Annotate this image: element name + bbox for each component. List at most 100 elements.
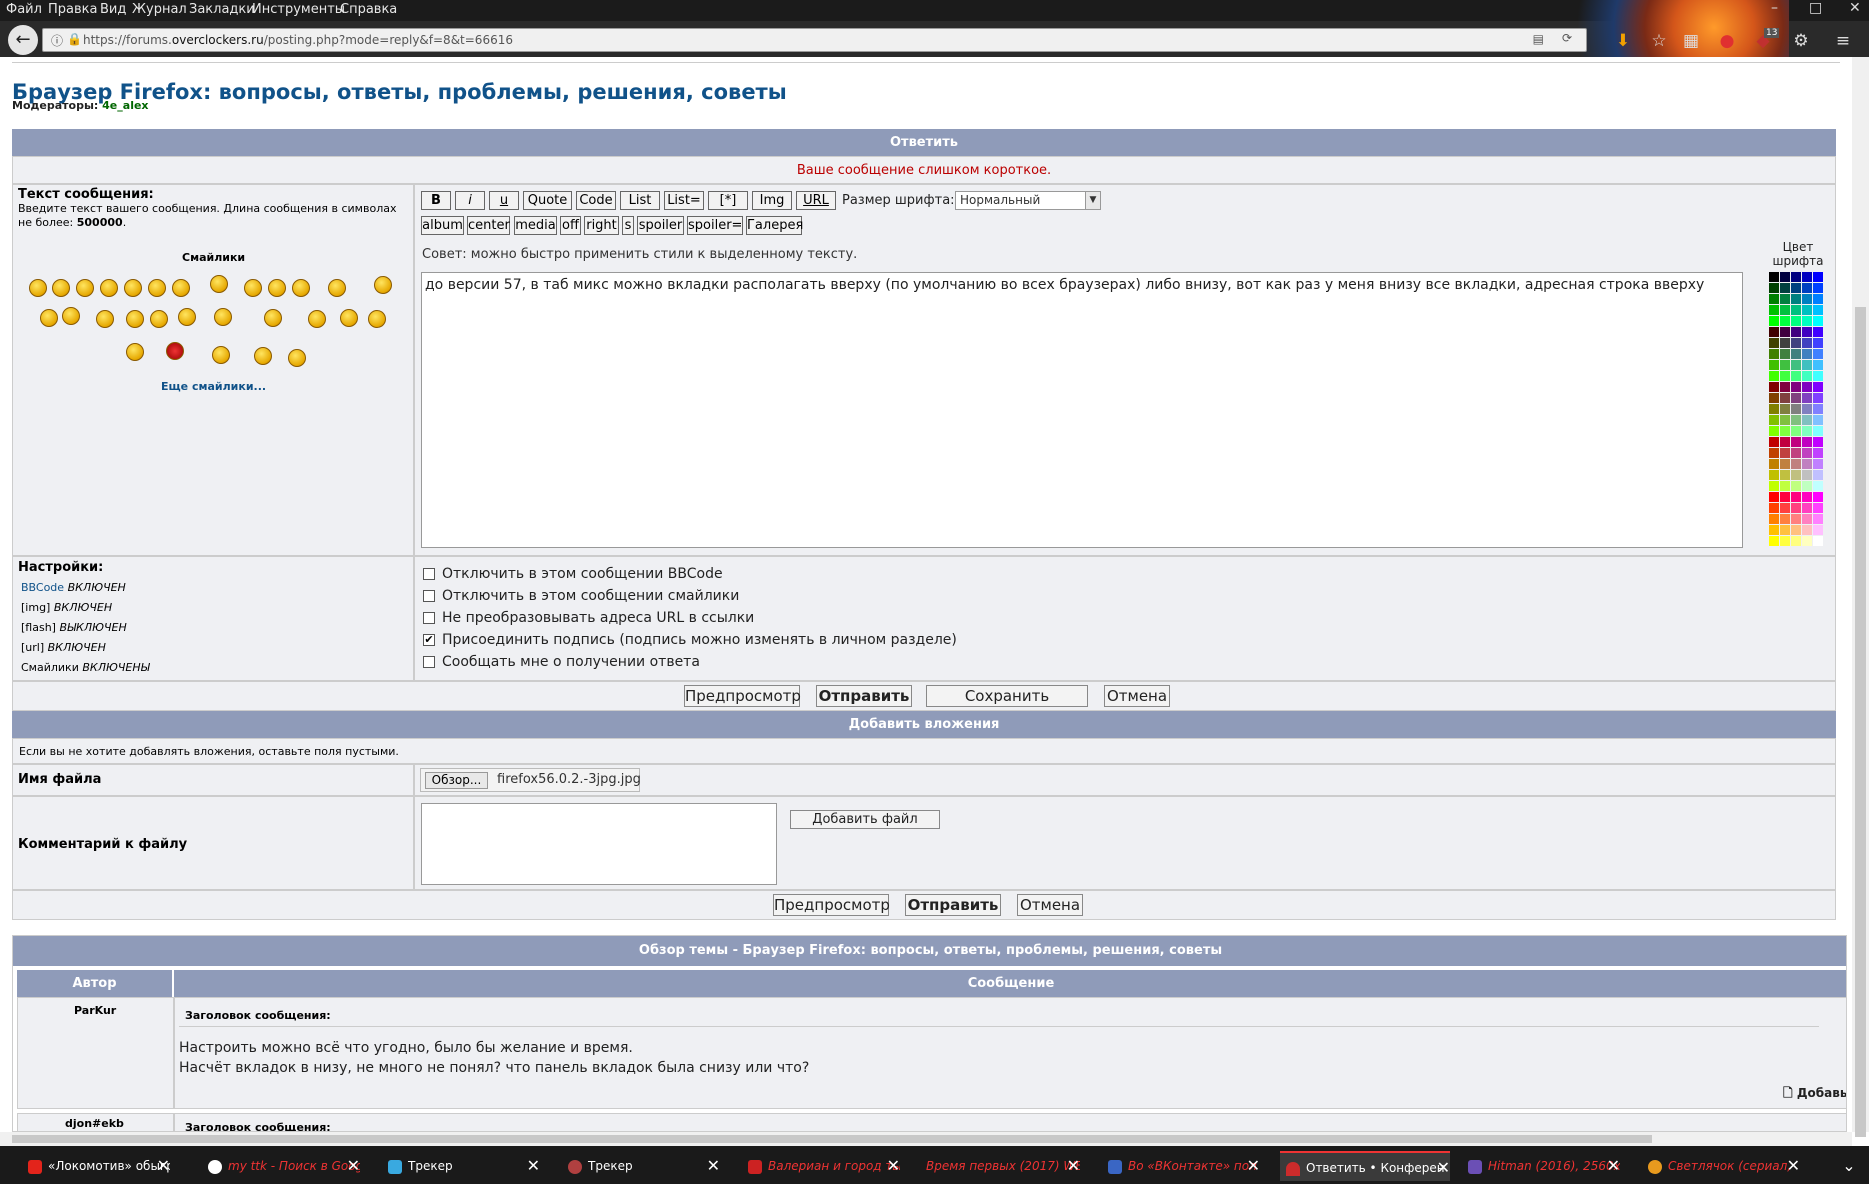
smiley-icon[interactable] [328,279,346,297]
add-quote-link[interactable]: 🗋 Добавь [1783,1084,1846,1105]
vertical-scroll-thumb[interactable] [1855,307,1866,1137]
color-swatch[interactable] [1802,448,1812,458]
color-swatch[interactable] [1802,393,1812,403]
color-swatch[interactable] [1769,371,1779,381]
color-swatch[interactable] [1780,272,1790,282]
disable-bbcode-checkbox[interactable] [423,568,435,580]
post-author[interactable]: ParKur [74,1004,116,1017]
color-swatch[interactable] [1769,393,1779,403]
color-swatch[interactable] [1802,459,1812,469]
color-swatch[interactable] [1813,503,1823,513]
tab-close-icon[interactable]: ✕ [1247,1151,1260,1181]
color-swatch[interactable] [1802,415,1812,425]
color-swatch[interactable] [1769,305,1779,315]
notify-reply-checkbox[interactable] [423,656,435,668]
color-swatch[interactable] [1813,426,1823,436]
color-swatch[interactable] [1802,327,1812,337]
color-swatch[interactable] [1769,294,1779,304]
color-swatch[interactable] [1813,360,1823,370]
more-smilies-link[interactable]: Еще смайлики... [161,380,266,393]
color-swatch[interactable] [1780,360,1790,370]
color-swatch[interactable] [1769,470,1779,480]
album-button[interactable]: album [421,216,464,235]
tab[interactable]: Валериан и город ты ✕ [742,1151,900,1181]
color-swatch[interactable] [1791,382,1801,392]
color-swatch[interactable] [1769,404,1779,414]
color-swatch[interactable] [1780,514,1790,524]
smiley-icon[interactable] [124,279,142,297]
preview-button-2[interactable]: Предпросмотр [773,894,890,916]
color-swatch[interactable] [1813,283,1823,293]
color-swatch[interactable] [1791,305,1801,315]
color-swatch[interactable] [1802,272,1812,282]
menu-bookmarks[interactable]: Закладки [189,2,255,17]
preview-button[interactable]: Предпросмотр [684,685,801,707]
disable-smilies-checkbox[interactable] [423,590,435,602]
color-swatch[interactable] [1802,481,1812,491]
menu-history[interactable]: Журнал [132,2,187,17]
tab[interactable]: Светлячок (сериал, ✕ [1642,1151,1800,1181]
smiley-icon[interactable] [288,349,306,367]
media-button[interactable]: media [514,216,557,235]
img-button[interactable]: Img [752,191,792,210]
smiley-icon[interactable] [96,310,114,328]
color-swatch[interactable] [1769,448,1779,458]
smiley-icon[interactable] [62,307,80,325]
color-swatch[interactable] [1813,448,1823,458]
tab[interactable]: Трекер ✕ [382,1151,540,1181]
smiley-icon[interactable] [244,279,262,297]
back-button[interactable]: ← [8,25,38,55]
underline-button[interactable]: u [489,191,519,210]
color-swatch[interactable] [1769,426,1779,436]
smiley-icon[interactable] [292,279,310,297]
color-swatch[interactable] [1791,448,1801,458]
download-icon[interactable]: ⬇ [1612,30,1634,52]
bold-button[interactable]: B [421,191,451,210]
color-swatch[interactable] [1791,338,1801,348]
color-swatch[interactable] [1802,426,1812,436]
hamburger-menu-icon[interactable]: ≡ [1832,30,1854,52]
tab-close-icon[interactable]: ✕ [347,1151,360,1181]
color-swatch[interactable] [1791,415,1801,425]
address-bar[interactable]: ⓘ 🔒 https://forums.overclockers.ru/posti… [42,28,1587,52]
tab[interactable]: «Локомотив» обыгра ✕ [22,1151,170,1181]
color-swatch[interactable] [1769,459,1779,469]
color-swatch[interactable] [1813,305,1823,315]
color-swatch[interactable] [1780,393,1790,403]
color-swatch[interactable] [1791,459,1801,469]
color-swatch[interactable] [1780,415,1790,425]
horizontal-scrollbar[interactable] [0,1132,1852,1146]
color-swatch[interactable] [1769,272,1779,282]
color-swatch[interactable] [1769,415,1779,425]
color-swatch[interactable] [1813,481,1823,491]
menu-file[interactable]: Файл [6,2,42,17]
cancel-button[interactable]: Отмена [1104,685,1170,707]
font-size-select[interactable]: Нормальный ▼ [955,191,1101,210]
color-swatch[interactable] [1791,360,1801,370]
bookmark-star-icon[interactable]: ☆ [1648,30,1670,52]
smiley-icon[interactable] [126,310,144,328]
smiley-icon[interactable] [210,275,228,293]
gallery-button[interactable]: Галерея [746,216,803,235]
close-window-icon[interactable]: ✕ [1849,0,1861,16]
smiley-icon[interactable] [340,309,358,327]
list-item-button[interactable]: [*] [708,191,748,210]
color-swatch[interactable] [1813,382,1823,392]
color-swatch[interactable] [1813,492,1823,502]
color-swatch[interactable] [1780,283,1790,293]
color-swatch[interactable] [1769,338,1779,348]
list-button[interactable]: List [620,191,660,210]
color-swatch[interactable] [1791,371,1801,381]
color-swatch[interactable] [1802,349,1812,359]
color-swatch[interactable] [1780,481,1790,491]
tab-active[interactable]: Ответить • Конферен ✕ [1280,1151,1450,1181]
spoiler-button[interactable]: spoiler [637,216,684,235]
submit-button[interactable]: Отправить [816,685,912,707]
color-swatch[interactable] [1780,371,1790,381]
menu-edit[interactable]: Правка [48,2,97,17]
color-swatch[interactable] [1780,294,1790,304]
color-swatch[interactable] [1813,437,1823,447]
color-swatch[interactable] [1802,294,1812,304]
strike-button[interactable]: s [622,216,634,235]
color-swatch[interactable] [1813,316,1823,326]
